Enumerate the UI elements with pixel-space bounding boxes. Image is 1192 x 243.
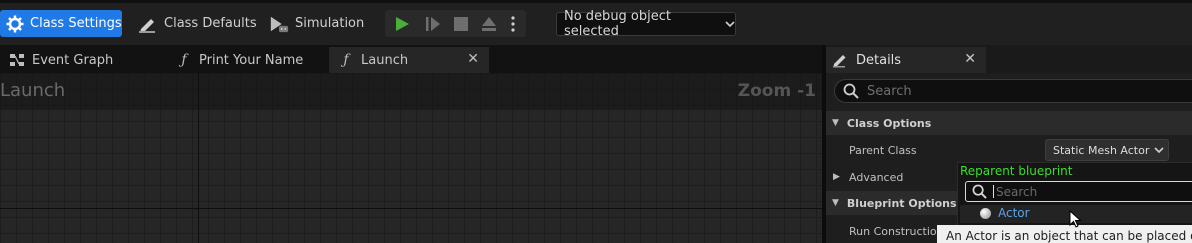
graph-origin-horizontal: [0, 208, 822, 209]
tab-event-graph[interactable]: Event Graph: [0, 47, 165, 73]
class-defaults-label: Class Defaults: [164, 16, 257, 31]
section-label: Blueprint Options: [846, 196, 957, 210]
chevron-down-icon: [725, 17, 735, 32]
gear-icon: [6, 14, 24, 34]
text-caret: [993, 185, 994, 198]
collapsed-arrow-icon: ▶: [833, 172, 840, 182]
play-controls: [385, 10, 526, 37]
details-tab-label: Details: [856, 52, 902, 68]
advanced-label: Advanced: [849, 170, 904, 184]
tab-label: Launch: [361, 52, 409, 68]
graph-origin-vertical: [198, 73, 199, 243]
parent-class-label: Parent Class: [849, 143, 917, 157]
details-search-input[interactable]: Search: [834, 79, 1192, 103]
section-class-options[interactable]: ▼ Class Options: [826, 111, 1192, 135]
document-tab-strip: Event Graph ƒ Print Your Name ƒ Launch ✕: [0, 45, 822, 73]
tab-label: Print Your Name: [199, 52, 304, 68]
simulation-icon: [269, 14, 289, 34]
tab-print-your-name[interactable]: ƒ Print Your Name: [167, 47, 327, 73]
actor-class-icon: [980, 208, 991, 219]
search-icon: [972, 184, 987, 199]
class-settings-button[interactable]: Class Settings: [0, 10, 122, 37]
class-settings-label: Class Settings: [30, 16, 122, 31]
parent-class-dropdown[interactable]: Static Mesh Actor: [1045, 139, 1169, 161]
popup-search-input[interactable]: Search: [965, 181, 1192, 202]
tab-launch[interactable]: ƒ Launch ✕: [329, 47, 489, 73]
popup-search-placeholder: Search: [996, 184, 1038, 199]
chevron-down-icon: [1154, 144, 1164, 157]
play-icon: [396, 16, 409, 31]
debug-object-dropdown[interactable]: No debug object selected: [556, 9, 736, 39]
toolbar: Class Settings Class Defaults Simulation: [0, 0, 1192, 45]
details-pencil-icon: [832, 52, 850, 68]
row-parent-class: Parent Class Static Mesh Actor: [826, 137, 1192, 163]
close-icon[interactable]: ✕: [964, 51, 976, 67]
graph-title: Launch: [0, 80, 66, 101]
parent-class-value: Static Mesh Actor: [1053, 143, 1150, 157]
stop-icon: [454, 16, 468, 31]
mouse-cursor-icon: [1069, 210, 1082, 228]
tab-label: Event Graph: [32, 52, 114, 68]
event-graph-icon: [8, 53, 26, 67]
popup-title: Reparent blueprint: [960, 164, 1073, 178]
close-icon[interactable]: ✕: [467, 51, 479, 67]
expanded-arrow-icon: ▼: [832, 118, 839, 128]
graph-canvas[interactable]: Launch Zoom -1: [0, 73, 822, 243]
simulation-label: Simulation: [295, 16, 365, 31]
toolbar-top-border: [0, 0, 1192, 3]
run-construction-label: Run Construction: [849, 224, 944, 238]
tab-details[interactable]: Details ✕: [826, 47, 986, 73]
class-defaults-button[interactable]: Class Defaults: [132, 10, 263, 37]
function-icon: ƒ: [181, 52, 187, 68]
debug-object-label: No debug object selected: [564, 9, 671, 39]
eject-button[interactable]: [475, 10, 503, 37]
kebab-icon: [511, 15, 515, 32]
expanded-arrow-icon: ▼: [832, 198, 839, 208]
details-search-placeholder: Search: [867, 83, 912, 99]
class-item-label: Actor: [998, 206, 1030, 220]
step-icon: [426, 16, 440, 31]
simulation-button[interactable]: Simulation: [263, 10, 370, 37]
tooltip: An Actor is an object that can be placed…: [937, 225, 1192, 243]
function-icon: ƒ: [343, 52, 349, 68]
blueprint-editor: Class Settings Class Defaults Simulation: [0, 0, 1192, 243]
section-label: Class Options: [846, 116, 932, 130]
graph-title-band: [0, 73, 822, 110]
step-button[interactable]: [419, 10, 447, 37]
zoom-level: Zoom -1: [737, 81, 816, 101]
eject-icon: [482, 16, 496, 31]
more-options-button[interactable]: [503, 10, 523, 37]
edit-pencil-icon: [138, 14, 158, 34]
play-button[interactable]: [385, 10, 419, 37]
search-icon: [843, 83, 859, 99]
stop-button[interactable]: [447, 10, 475, 37]
